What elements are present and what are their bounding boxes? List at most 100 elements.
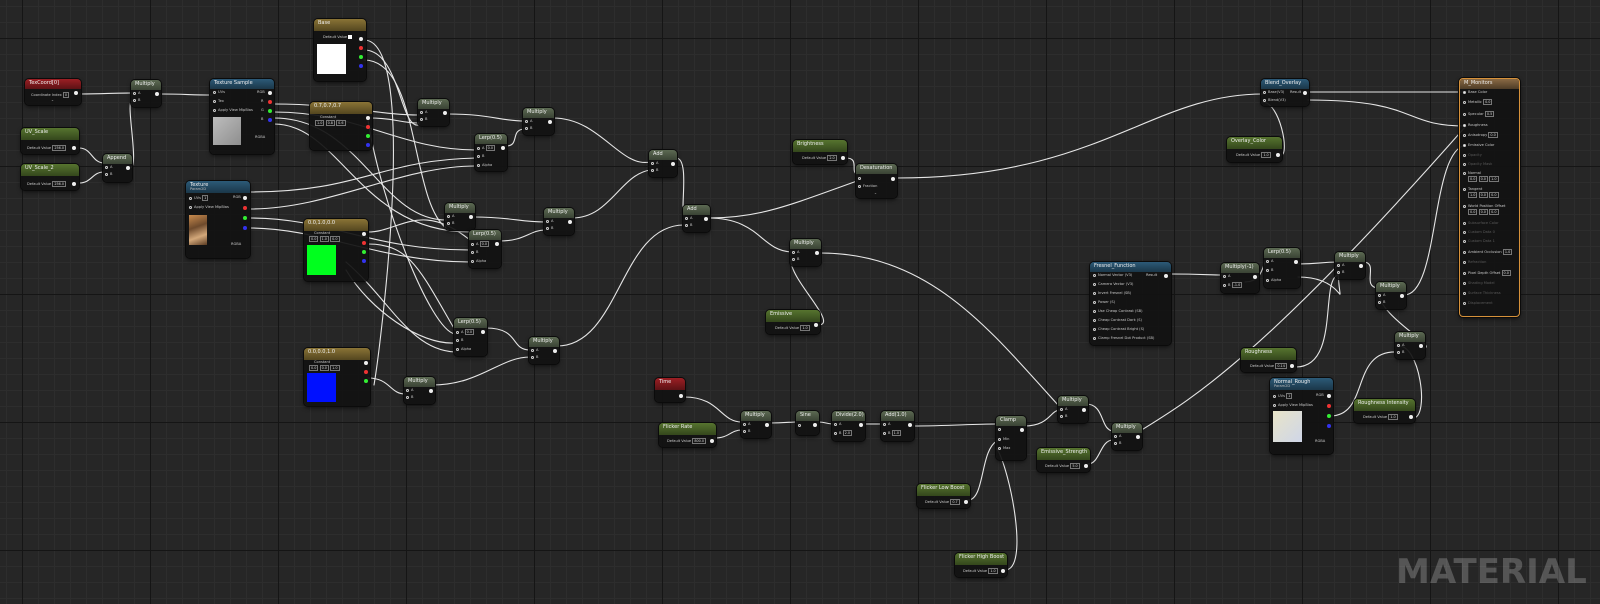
material-graph-canvas[interactable]: TexCoord[0] Coordinate Index 0 ⌄ UV_Scal…: [0, 0, 1600, 604]
node-multiply-k[interactable]: Multiply A B: [1376, 282, 1406, 309]
specular-value[interactable]: 0.5: [1484, 111, 1495, 117]
node-multiply-fresnel[interactable]: Multiply(-1) A B -1.0: [1221, 263, 1259, 293]
const-r-value[interactable]: 0.0: [309, 236, 319, 242]
b-output-pin[interactable]: [268, 118, 272, 122]
node-emissive-strength[interactable]: Emissive_Strength Default Value 5.0: [1037, 448, 1090, 472]
add-b-value[interactable]: 1.0: [891, 430, 902, 436]
output-pin[interactable]: [366, 116, 370, 120]
node-lerp-2[interactable]: Lerp(0.5) A 0.0 B Alpha: [469, 230, 501, 268]
output-pin[interactable]: [1294, 260, 1298, 264]
node-texture-param[interactable]: Texture Param2D UVs 1 Apply View MipBias …: [186, 181, 250, 258]
g-output-pin[interactable]: [1327, 414, 1331, 418]
output-pin[interactable]: [704, 217, 708, 221]
output-pin[interactable]: [359, 37, 363, 41]
node-constant3-blue[interactable]: 0.0,0.0,1.0 Constant 0.0 0.0 1.0: [304, 348, 370, 406]
output-pin[interactable]: [1419, 344, 1423, 348]
node-divide[interactable]: Divide(2.0) A B 2.0: [832, 411, 865, 441]
rgb-output-pin[interactable]: [1327, 394, 1331, 398]
node-add-2[interactable]: Add A B: [683, 205, 710, 232]
b-output-pin[interactable]: [366, 143, 370, 147]
output-pin[interactable]: [859, 423, 863, 427]
node-lerp-fresnel[interactable]: Lerp(0.5) A B Alpha: [1264, 248, 1300, 288]
g-output-pin[interactable]: [366, 134, 370, 138]
b-output-pin[interactable]: [243, 226, 247, 230]
node-clamp[interactable]: Clamp Min Max: [996, 416, 1026, 460]
output-pin[interactable]: [1359, 264, 1363, 268]
r-output-pin[interactable]: [364, 370, 368, 374]
coordinate-index-value[interactable]: 0: [62, 92, 70, 98]
output-pin[interactable]: [501, 146, 505, 150]
collapse-arrow[interactable]: ⌄: [874, 191, 877, 195]
const-r-value[interactable]: 1.0: [315, 120, 325, 126]
output-pin[interactable]: [679, 394, 683, 398]
node-flicker-high-boost[interactable]: Flicker High Boost Default Value 1.0: [955, 553, 1007, 577]
output-pin[interactable]: [155, 92, 159, 96]
uv-scale-value[interactable]: 256.0: [52, 145, 67, 151]
node-roughness-intensity[interactable]: Roughness Intensity Default Value 1.0: [1354, 399, 1415, 423]
normal-z-value[interactable]: 1.0: [1489, 176, 1499, 182]
emissive-color-pin[interactable]: Emissive Color: [1463, 143, 1494, 147]
b-output-pin[interactable]: [1327, 424, 1331, 428]
node-constant3-green[interactable]: 0.0,1.0,0.0 Constant 0.0 1.0 0.0: [304, 219, 368, 281]
output-pin[interactable]: [364, 361, 368, 365]
const-r-value[interactable]: 0.0: [309, 365, 319, 371]
flicker-high-value[interactable]: 1.0: [988, 568, 998, 574]
node-multiply-j[interactable]: Multiply A B: [1335, 252, 1365, 279]
output-pin[interactable]: [74, 91, 78, 95]
node-multiply-i[interactable]: Multiply A B: [1112, 423, 1142, 450]
node-emissive[interactable]: Emissive Default Value 1.0: [766, 310, 820, 334]
node-flicker-low-boost[interactable]: Flicker Low Boost Default Value 0.7: [917, 484, 970, 508]
node-append[interactable]: Append A B: [103, 154, 132, 182]
node-texture-sample[interactable]: Texture Sample UVs Tex Apply View MipBia…: [210, 79, 274, 154]
node-brightness[interactable]: Brightness Default Value 2.0: [793, 140, 847, 164]
uvs-value[interactable]: 1: [202, 195, 209, 201]
node-roughness[interactable]: Roughness Default Value 0.14: [1241, 348, 1296, 372]
output-pin[interactable]: [815, 251, 819, 255]
roughness-pin[interactable]: Roughness: [1463, 123, 1488, 127]
result-output-pin[interactable]: [1164, 274, 1168, 278]
output-pin[interactable]: [72, 146, 76, 150]
specular-pin[interactable]: Specular 0.5: [1463, 111, 1495, 117]
output-pin[interactable]: [1001, 569, 1005, 573]
output-pin[interactable]: [1290, 364, 1294, 368]
output-pin[interactable]: [1084, 464, 1088, 468]
tangent-pin[interactable]: Tangent: [1463, 187, 1482, 191]
output-pin[interactable]: [481, 330, 485, 334]
const-g-value[interactable]: 0.8: [325, 120, 335, 126]
const-g-value[interactable]: 1.0: [319, 236, 329, 242]
node-multiply-h[interactable]: Multiply A B: [1058, 396, 1088, 423]
node-multiply-d[interactable]: Multiply A B: [544, 208, 574, 235]
normal-x-value[interactable]: 0.0: [1468, 176, 1478, 182]
tangent-x-value[interactable]: 1.0: [1468, 192, 1478, 198]
shading-model-pin[interactable]: Shading Model: [1463, 281, 1495, 285]
base-color-pin[interactable]: Base Color: [1463, 90, 1487, 94]
output-pin[interactable]: [1253, 275, 1257, 279]
r-output-pin[interactable]: [243, 206, 247, 210]
node-material-output[interactable]: M_Monitors Base Color Metallic 0.0 Specu…: [1459, 78, 1520, 317]
node-uv-scale-2[interactable]: UV_Scale_2 Default Value 256.0: [21, 164, 79, 190]
brightness-value[interactable]: 2.0: [827, 155, 837, 161]
lerp-a-value[interactable]: 0.0: [479, 241, 490, 247]
output-pin[interactable]: [710, 439, 714, 443]
node-multiply-g[interactable]: Multiply A B: [790, 239, 821, 266]
r-output-pin[interactable]: [366, 125, 370, 129]
emissive-strength-value[interactable]: 5.0: [1070, 463, 1080, 469]
g-output-pin[interactable]: [364, 379, 368, 383]
output-pin[interactable]: [548, 120, 552, 124]
r-output-pin[interactable]: [362, 241, 366, 245]
r-output-pin[interactable]: [1327, 404, 1331, 408]
g-output-pin[interactable]: [359, 55, 363, 59]
output-pin[interactable]: [814, 323, 818, 327]
wpo-x-value[interactable]: 0.0: [1468, 209, 1478, 215]
world-position-offset-pin[interactable]: World Position Offset: [1463, 204, 1505, 208]
r-output-pin[interactable]: [268, 100, 272, 104]
const-b-value[interactable]: 0.6: [336, 120, 346, 126]
collapse-arrow[interactable]: ⌄: [51, 98, 54, 102]
refraction-pin[interactable]: Refraction: [1463, 260, 1486, 264]
divide-b-value[interactable]: 2.0: [842, 430, 853, 436]
wpo-z-value[interactable]: 0.0: [1489, 209, 1499, 215]
node-blend-overlay[interactable]: Blend_Overlay Base(V3) Blend(V3) Result: [1261, 79, 1309, 106]
multiply-b-value[interactable]: -1.0: [1231, 282, 1243, 288]
output-pin[interactable]: [362, 232, 366, 236]
metallic-pin[interactable]: Metallic 0.0: [1463, 99, 1493, 105]
